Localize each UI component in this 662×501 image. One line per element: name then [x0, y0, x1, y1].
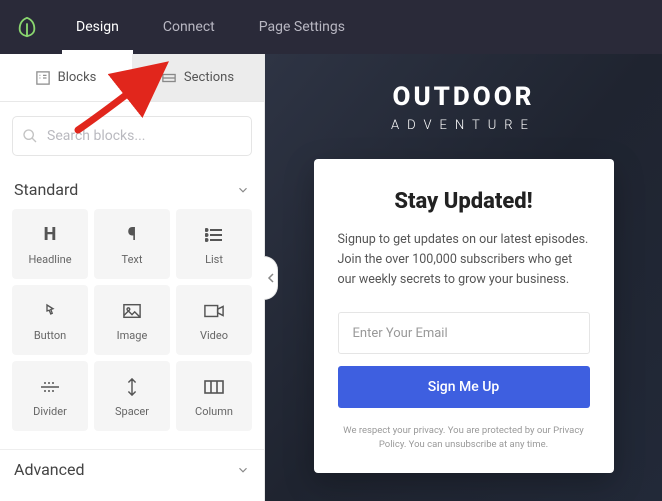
- email-field[interactable]: [338, 312, 590, 354]
- headline-icon: H: [44, 223, 57, 247]
- nav-connect[interactable]: Connect: [141, 0, 237, 54]
- tab-sections-label: Sections: [184, 70, 234, 85]
- tab-sections[interactable]: Sections: [132, 54, 264, 101]
- divider-icon: [40, 375, 60, 399]
- column-icon: [204, 375, 224, 399]
- card-body: Signup to get updates on our latest epis…: [338, 230, 590, 290]
- tab-blocks-label: Blocks: [58, 70, 97, 85]
- preview-canvas[interactable]: OUTDOOR ADVENTURE Stay Updated! Signup t…: [265, 54, 662, 501]
- search-wrap: [0, 102, 264, 170]
- brand-main: OUTDOOR: [391, 82, 536, 112]
- top-bar: Design Connect Page Settings: [0, 0, 662, 54]
- tab-blocks[interactable]: Blocks: [0, 54, 132, 101]
- group-standard-header[interactable]: Standard: [0, 170, 264, 209]
- signup-card[interactable]: Stay Updated! Signup to get updates on o…: [314, 159, 614, 473]
- block-list[interactable]: List: [176, 209, 252, 279]
- chevron-down-icon: [236, 183, 250, 197]
- brand: OUTDOOR ADVENTURE: [391, 82, 536, 133]
- signup-button[interactable]: Sign Me Up: [338, 366, 590, 408]
- blocks-grid: H Headline ¶ Text List Button Image Vi: [0, 209, 264, 443]
- spacer-icon: [125, 375, 139, 399]
- group-advanced-title: Advanced: [14, 460, 85, 479]
- search-input[interactable]: [12, 116, 252, 156]
- chevron-down-icon: [236, 463, 250, 477]
- block-divider[interactable]: Divider: [12, 361, 88, 431]
- image-icon: [123, 299, 141, 323]
- sidebar: Blocks Sections Standard H Headline ¶: [0, 54, 265, 501]
- block-image[interactable]: Image: [94, 285, 170, 355]
- group-standard-title: Standard: [14, 180, 78, 199]
- block-column[interactable]: Column: [176, 361, 252, 431]
- block-text[interactable]: ¶ Text: [94, 209, 170, 279]
- top-nav: Design Connect Page Settings: [54, 0, 367, 54]
- block-video[interactable]: Video: [176, 285, 252, 355]
- sections-icon: [162, 71, 176, 85]
- block-spacer[interactable]: Spacer: [94, 361, 170, 431]
- app-logo[interactable]: [0, 0, 54, 54]
- search-icon: [22, 128, 38, 144]
- nav-design[interactable]: Design: [54, 0, 141, 54]
- block-headline[interactable]: H Headline: [12, 209, 88, 279]
- sidebar-tabs: Blocks Sections: [0, 54, 264, 102]
- card-heading: Stay Updated!: [338, 189, 590, 214]
- main: Blocks Sections Standard H Headline ¶: [0, 54, 662, 501]
- chevron-left-icon: [267, 273, 275, 283]
- button-icon: [41, 299, 59, 323]
- text-icon: ¶: [128, 223, 137, 247]
- nav-page-settings[interactable]: Page Settings: [237, 0, 367, 54]
- block-button[interactable]: Button: [12, 285, 88, 355]
- collapse-sidebar-handle[interactable]: [264, 256, 278, 300]
- video-icon: [204, 299, 224, 323]
- blocks-icon: [36, 71, 50, 85]
- privacy-disclaimer: We respect your privacy. You are protect…: [338, 424, 590, 453]
- brand-sub: ADVENTURE: [391, 118, 536, 133]
- list-icon: [205, 223, 223, 247]
- group-advanced-header[interactable]: Advanced: [0, 450, 264, 489]
- leaf-icon: [16, 16, 38, 38]
